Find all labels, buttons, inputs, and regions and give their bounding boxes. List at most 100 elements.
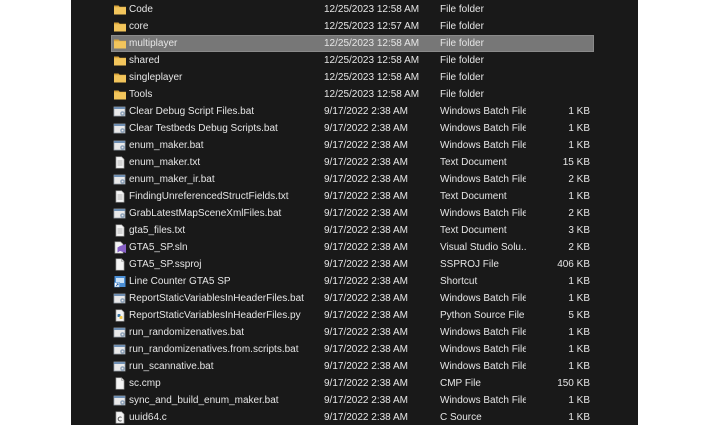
file-date-modified: 9/17/2022 2:38 AM	[324, 361, 408, 372]
file-row-sc-cmp[interactable]: sc.cmp 9/17/2022 2:38 AM CMP File 150 KB	[71, 375, 638, 392]
file-size: 2 KB	[568, 242, 590, 253]
file-size: 1 KB	[568, 106, 590, 117]
file-name: FindingUnreferencedStructFields.txt	[129, 191, 289, 202]
file-row-reportstaticvariablesinheaderfiles-py[interactable]: ReportStaticVariablesInHeaderFiles.py 9/1…	[71, 307, 638, 324]
file-size: 1 KB	[568, 293, 590, 304]
file-row-multiplayer[interactable]: multiplayer 12/25/2023 12:58 AM File folde…	[71, 35, 638, 52]
file-date-modified: 9/17/2022 2:38 AM	[324, 191, 408, 202]
file-row-shared[interactable]: shared 12/25/2023 12:58 AM File folder	[71, 52, 638, 69]
file-size	[526, 86, 590, 103]
file-size: 1 KB	[568, 327, 590, 338]
file-row-singleplayer[interactable]: singleplayer 12/25/2023 12:58 AM File fold…	[71, 69, 638, 86]
file-type: Windows Batch File	[440, 361, 526, 372]
file-type: Windows Batch File	[440, 344, 526, 355]
file-type: Windows Batch File	[440, 208, 526, 219]
file-name: enum_maker.txt	[129, 157, 201, 168]
file-date-modified: 9/17/2022 2:38 AM	[324, 412, 408, 423]
file-row-uuid64-c[interactable]: uuid64.c 9/17/2022 2:38 AM C Source 1 KB	[71, 409, 638, 425]
file-name: Code	[129, 4, 153, 15]
file-type: Shortcut	[440, 276, 478, 287]
file-name: Tools	[129, 89, 153, 100]
file-date-modified: 12/25/2023 12:58 AM	[324, 4, 420, 15]
file-row-run-scannative-bat[interactable]: run_scannative.bat 9/17/2022 2:38 AM Windo…	[71, 358, 638, 375]
file-date-modified: 12/25/2023 12:57 AM	[324, 21, 420, 32]
batch-file-icon	[113, 207, 127, 220]
file-name: shared	[129, 55, 160, 66]
file-row-run-randomizenatives-bat[interactable]: run_randomizenatives.bat 9/17/2022 2:38 A…	[71, 324, 638, 341]
text-file-icon	[113, 156, 127, 169]
file-type: File folder	[440, 72, 484, 83]
file-name: Line Counter GTA5 SP	[129, 276, 231, 287]
file-row-grablatestmapscenexmlfiles-bat[interactable]: GrabLatestMapSceneXmlFiles.bat 9/17/2022 …	[71, 205, 638, 222]
file-name: uuid64.c	[129, 412, 167, 423]
file-row-code[interactable]: Code 12/25/2023 12:58 AM File folder	[71, 1, 638, 18]
file-row-enum-maker-ir-bat[interactable]: enum_maker_ir.bat 9/17/2022 2:38 AM Window…	[71, 171, 638, 188]
file-row-gta5-files-txt[interactable]: gta5_files.txt 9/17/2022 2:38 AM Text Docu…	[71, 222, 638, 239]
file-row-gta5-sp-ssproj[interactable]: GTA5_SP.ssproj 9/17/2022 2:38 AM SSPROJ Fi…	[71, 256, 638, 273]
python-file-icon	[113, 309, 127, 322]
batch-file-icon	[113, 292, 127, 305]
file-name: run_randomizenatives.from.scripts.bat	[129, 344, 299, 355]
file-type: Windows Batch File	[440, 140, 526, 151]
file-row-clear-testbeds-debug-scripts-bat[interactable]: Clear Testbeds Debug Scripts.bat 9/17/202…	[71, 120, 638, 137]
blank-file-icon	[113, 377, 127, 390]
file-date-modified: 9/17/2022 2:38 AM	[324, 344, 408, 355]
batch-file-icon	[113, 326, 127, 339]
visual-studio-solution-icon	[113, 241, 127, 254]
file-size: 2 KB	[568, 174, 590, 185]
file-row-core[interactable]: core 12/25/2023 12:57 AM File folder	[71, 18, 638, 35]
file-date-modified: 9/17/2022 2:38 AM	[324, 276, 408, 287]
shortcut-icon	[113, 275, 127, 288]
file-date-modified: 9/17/2022 2:38 AM	[324, 395, 408, 406]
file-name: multiplayer	[129, 38, 178, 49]
text-file-icon	[113, 190, 127, 203]
batch-file-icon	[113, 394, 127, 407]
file-name: GTA5_SP.sln	[129, 242, 188, 253]
file-size: 1 KB	[568, 412, 590, 423]
file-date-modified: 9/17/2022 2:38 AM	[324, 157, 408, 168]
file-row-sync-and-build-enum-maker-bat[interactable]: sync_and_build_enum_maker.bat 9/17/2022 2…	[71, 392, 638, 409]
file-name: run_randomizenatives.bat	[129, 327, 245, 338]
file-size	[526, 69, 590, 86]
file-name: Clear Debug Script Files.bat	[129, 106, 255, 117]
file-row-line-counter-gta5-sp[interactable]: Line Counter GTA5 SP 9/17/2022 2:38 AM Sho…	[71, 273, 638, 290]
file-size: 1 KB	[568, 191, 590, 202]
file-date-modified: 9/17/2022 2:38 AM	[324, 174, 408, 185]
file-type: Text Document	[440, 191, 507, 202]
file-type: File folder	[440, 38, 484, 49]
file-explorer-window: Code 12/25/2023 12:58 AM File folder core 12…	[71, 0, 638, 425]
file-row-enum-maker-bat[interactable]: enum_maker.bat 9/17/2022 2:38 AM Windows B…	[71, 137, 638, 154]
blank-file-icon	[113, 258, 127, 271]
batch-file-icon	[113, 122, 127, 135]
file-row-clear-debug-script-files-bat[interactable]: Clear Debug Script Files.bat 9/17/2022 2:…	[71, 103, 638, 120]
folder-icon	[113, 20, 127, 33]
file-size	[526, 35, 590, 52]
file-size	[526, 18, 590, 35]
file-type: SSPROJ File	[440, 259, 499, 270]
file-size	[526, 1, 590, 18]
file-size: 3 KB	[568, 225, 590, 236]
file-size: 1 KB	[568, 395, 590, 406]
file-date-modified: 9/17/2022 2:38 AM	[324, 140, 408, 151]
file-row-run-randomizenatives-from-scripts-bat[interactable]: run_randomizenatives.from.scripts.bat 9/1…	[71, 341, 638, 358]
folder-icon	[113, 37, 127, 50]
file-name: ReportStaticVariablesInHeaderFiles.py	[129, 310, 301, 321]
file-name: gta5_files.txt	[129, 225, 186, 236]
file-type: Windows Batch File	[440, 174, 526, 185]
file-row-gta5-sp-sln[interactable]: GTA5_SP.sln 9/17/2022 2:38 AM Visual Studi…	[71, 239, 638, 256]
file-name: core	[129, 21, 149, 32]
file-type: Text Document	[440, 225, 507, 236]
file-row-reportstaticvariablesinheaderfiles-bat[interactable]: ReportStaticVariablesInHeaderFiles.bat 9/…	[71, 290, 638, 307]
file-date-modified: 9/17/2022 2:38 AM	[324, 208, 408, 219]
file-date-modified: 12/25/2023 12:58 AM	[324, 38, 420, 49]
file-row-findingunreferencedstructfields-txt[interactable]: FindingUnreferencedStructFields.txt 9/17/…	[71, 188, 638, 205]
file-row-tools[interactable]: Tools 12/25/2023 12:58 AM File folder	[71, 86, 638, 103]
file-date-modified: 9/17/2022 2:38 AM	[324, 225, 408, 236]
file-date-modified: 9/17/2022 2:38 AM	[324, 123, 408, 134]
file-size	[526, 52, 590, 69]
file-row-enum-maker-txt[interactable]: enum_maker.txt 9/17/2022 2:38 AM Text Docu…	[71, 154, 638, 171]
file-size: 406 KB	[557, 259, 590, 270]
file-type: Windows Batch File	[440, 123, 526, 134]
file-size: 1 KB	[568, 276, 590, 287]
file-name: Clear Testbeds Debug Scripts.bat	[129, 123, 278, 134]
